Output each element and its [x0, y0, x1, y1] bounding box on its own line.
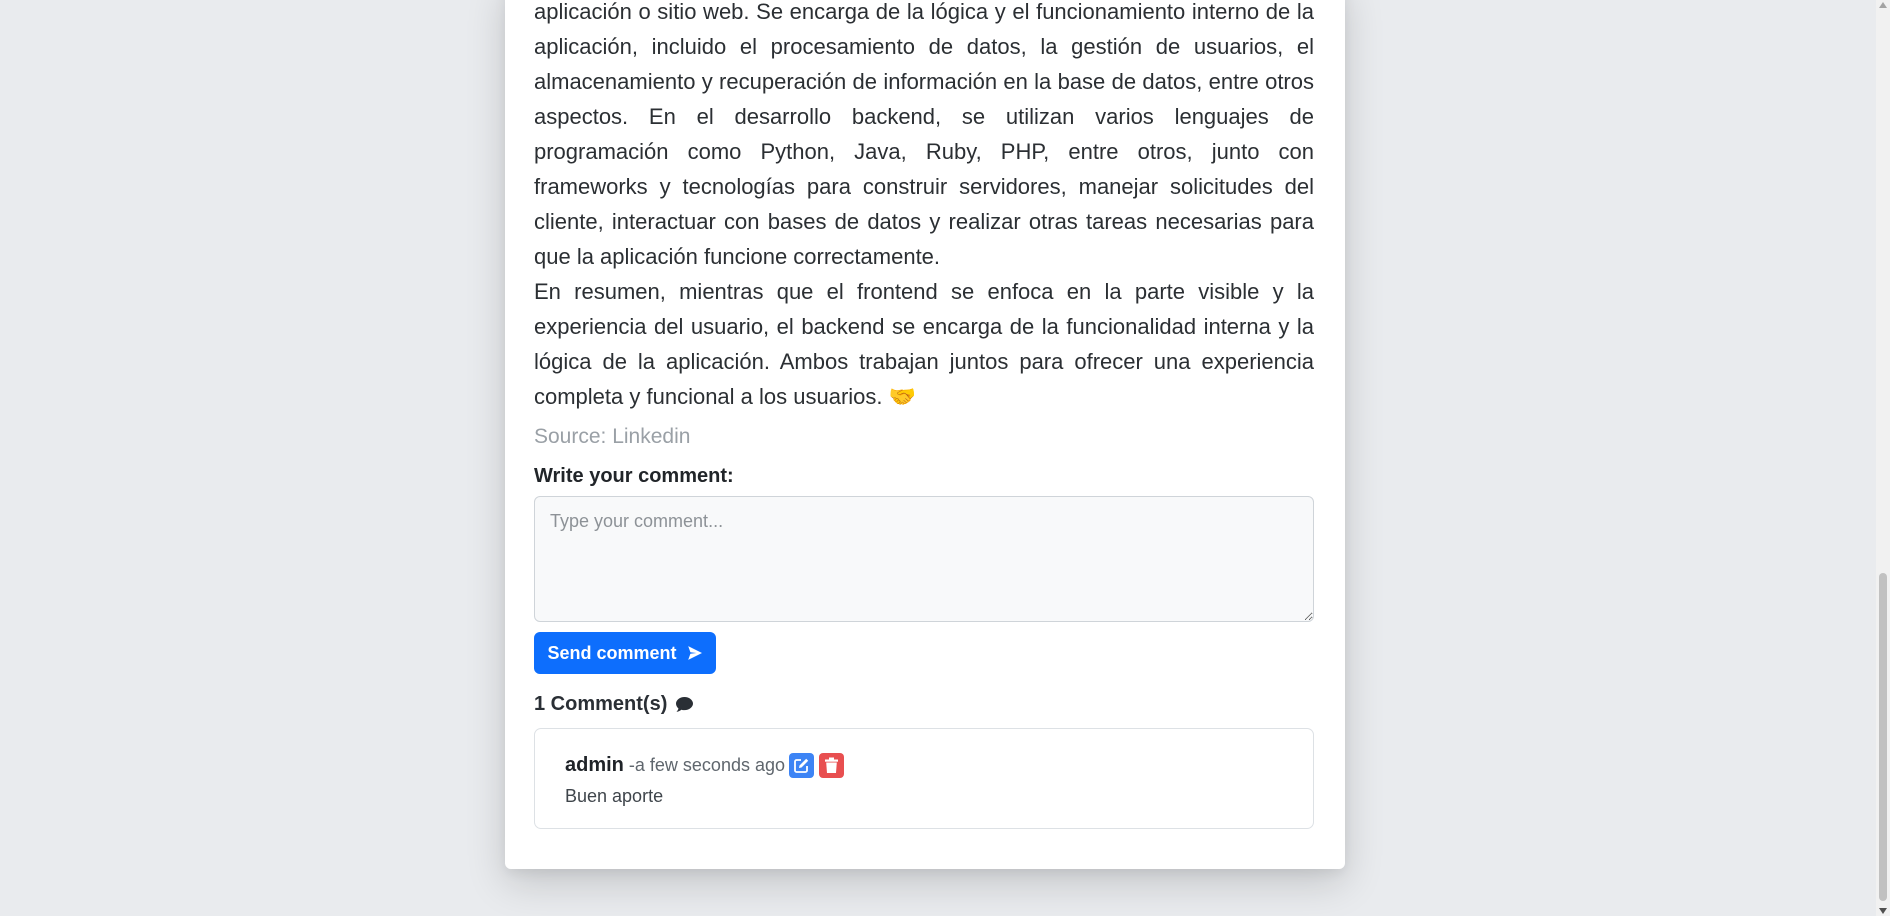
article-body: aplicación o sitio web. Se encarga de la…	[534, 0, 1314, 414]
comment-timestamp: -a few seconds ago	[628, 755, 785, 775]
delete-comment-button[interactable]	[819, 753, 844, 778]
comment-text: Buen aporte	[565, 786, 664, 806]
comment-icon	[676, 696, 694, 712]
comment-label: Write your comment:	[534, 465, 734, 487]
comment-header: admin -a few seconds ago	[565, 753, 844, 778]
comment-item: admin -a few seconds ago Buen aporte	[534, 728, 1314, 829]
page-scrollbar[interactable]	[1876, 0, 1890, 916]
comments-count-label: 1 Comment(s)	[534, 693, 668, 715]
comments-count: 1 Comment(s)	[534, 693, 694, 716]
article-source: Source: Linkedin	[534, 425, 691, 448]
article-paragraph: aplicación o sitio web. Se encarga de la…	[534, 0, 1314, 269]
send-comment-button[interactable]: Send comment	[534, 632, 716, 674]
send-icon	[687, 646, 702, 660]
comment-textarea[interactable]	[534, 496, 1314, 622]
edit-icon	[794, 758, 809, 773]
send-comment-label: Send comment	[547, 642, 677, 663]
article-paragraph: En resumen, mientras que el frontend se …	[534, 279, 1314, 409]
trash-icon	[825, 757, 838, 773]
page: aplicación o sitio web. Se encarga de la…	[0, 0, 1890, 916]
comment-author: admin	[565, 754, 624, 776]
scrollbar-thumb[interactable]	[1879, 573, 1887, 901]
scroll-up-arrow-icon[interactable]	[1878, 0, 1888, 10]
edit-comment-button[interactable]	[789, 753, 814, 778]
scroll-down-arrow-icon[interactable]	[1878, 906, 1888, 916]
